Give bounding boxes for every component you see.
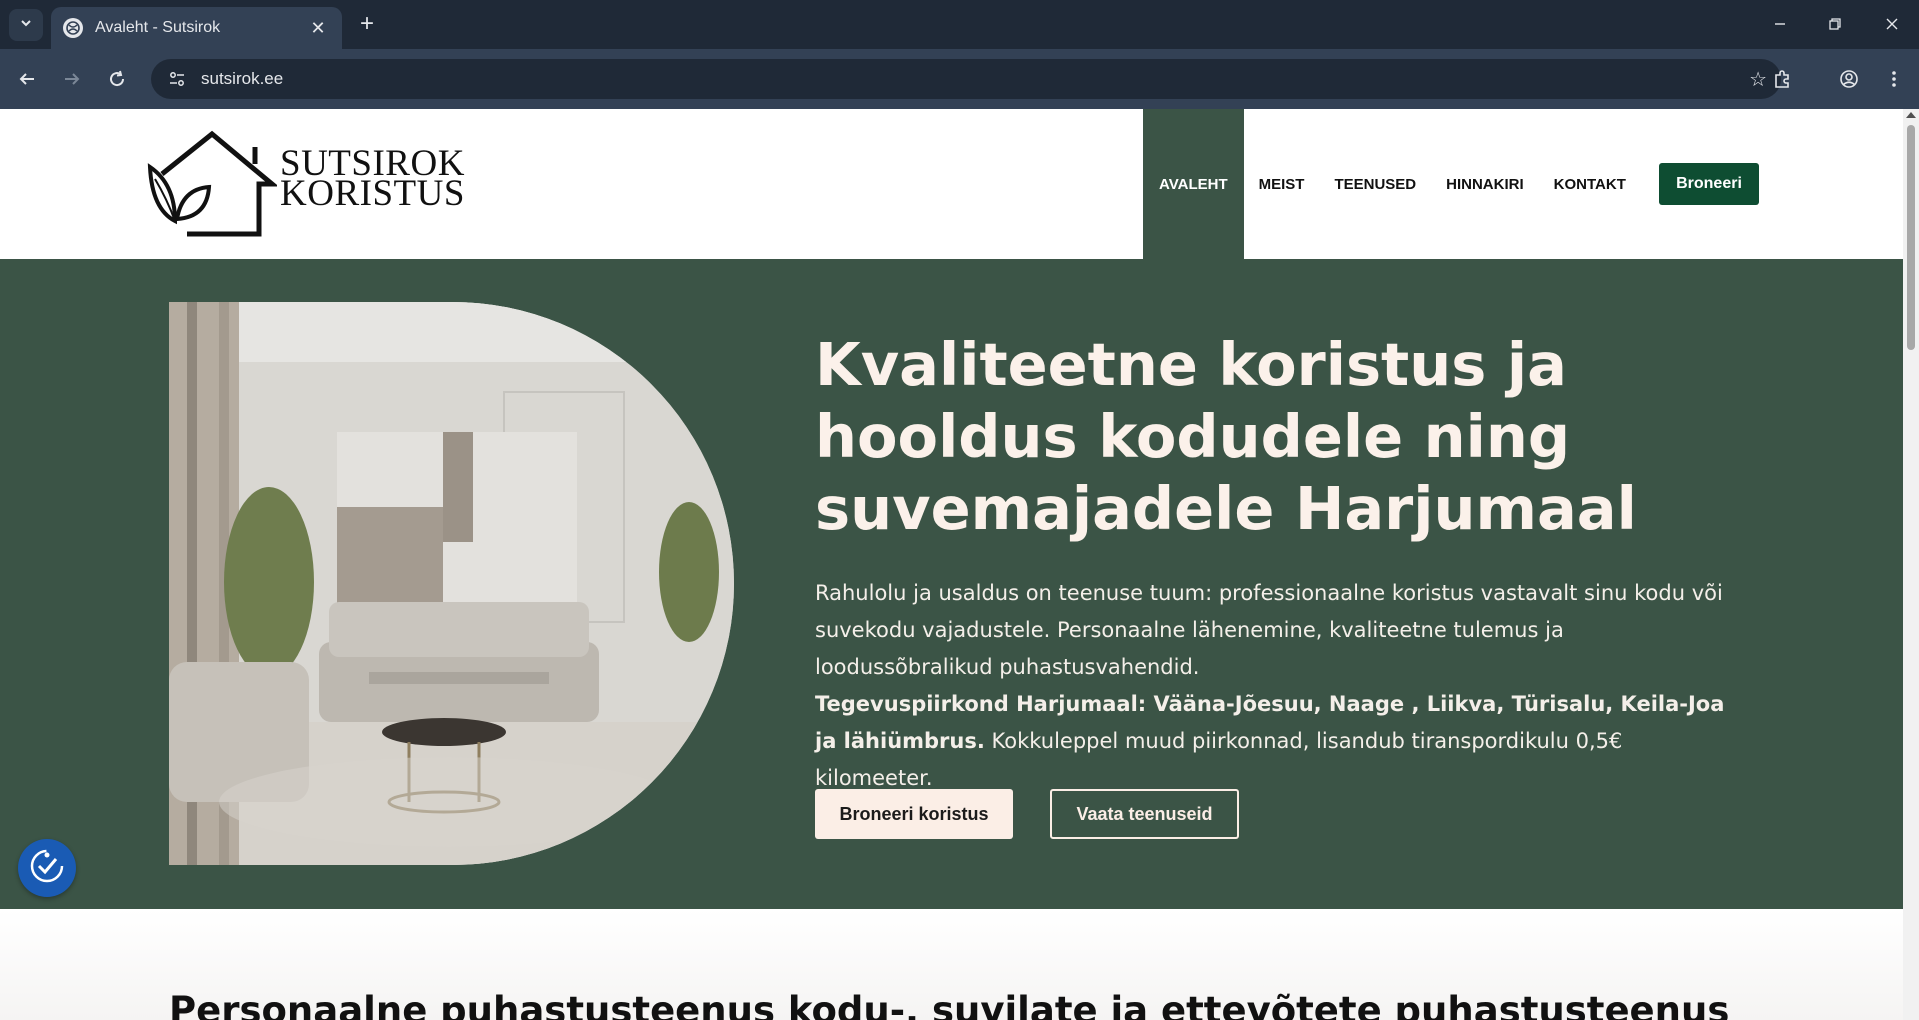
profile-icon[interactable] xyxy=(1832,62,1866,96)
reload-icon[interactable] xyxy=(100,62,134,96)
hero-description: Rahulolu ja usaldus on teenuse tuum: pro… xyxy=(815,575,1725,797)
main-navigation: AVALEHT MEIST TEENUSED HINNAKIRI KONTAKT xyxy=(1143,109,1641,259)
nav-item-teenused[interactable]: TEENUSED xyxy=(1319,109,1431,259)
browser-toolbar: sutsirok.ee ☆ xyxy=(0,49,1919,109)
book-cleaning-button[interactable]: Broneeri koristus xyxy=(815,789,1013,839)
nav-item-kontakt[interactable]: KONTAKT xyxy=(1539,109,1641,259)
restore-icon[interactable] xyxy=(1815,6,1855,42)
browser-tab-active[interactable]: Avaleht - Sutsirok ✕ xyxy=(51,7,342,49)
tab-title: Avaleht - Sutsirok xyxy=(95,19,221,36)
accessibility-widget-button[interactable] xyxy=(18,839,76,897)
hero-living-room-image xyxy=(169,302,734,865)
logo-line-2: KORISTUS xyxy=(280,173,465,214)
close-tab-icon[interactable]: ✕ xyxy=(306,18,330,39)
extensions-icon[interactable] xyxy=(1765,62,1799,96)
new-tab-button[interactable]: + xyxy=(353,10,381,38)
favicon-icon xyxy=(63,18,83,38)
tab-search-button[interactable] xyxy=(9,9,43,41)
web-page: SUTSIROK KORISTUS AVALEHT MEIST TEENUSED… xyxy=(0,109,1903,1020)
back-arrow-icon[interactable] xyxy=(10,62,44,96)
nav-item-meist[interactable]: MEIST xyxy=(1244,109,1320,259)
minimize-icon[interactable] xyxy=(1760,6,1800,42)
services-intro-title: Personaalne puhastusteenus kodu-, suvila… xyxy=(169,989,1730,1020)
header-book-button[interactable]: Broneeri xyxy=(1659,163,1759,205)
site-header: SUTSIROK KORISTUS AVALEHT MEIST TEENUSED… xyxy=(0,109,1903,259)
site-settings-icon[interactable] xyxy=(165,67,189,91)
close-window-icon[interactable] xyxy=(1872,6,1912,42)
accessibility-check-icon xyxy=(27,846,67,891)
hero-paragraph: Rahulolu ja usaldus on teenuse tuum: pro… xyxy=(815,581,1723,679)
page-scrollbar[interactable] xyxy=(1903,109,1919,1020)
view-services-button[interactable]: Vaata teenuseid xyxy=(1050,789,1239,839)
scrollbar-thumb[interactable] xyxy=(1907,125,1915,350)
browser-menu-icon[interactable] xyxy=(1877,62,1911,96)
url-text[interactable]: sutsirok.ee xyxy=(201,69,283,89)
hero-section: Kvaliteetne koristus ja hooldus kodudele… xyxy=(0,259,1903,909)
hero-service-area: Tegevuspiirkond Harjumaal: Vääna-Jõesuu,… xyxy=(815,686,1725,797)
scroll-up-arrow-icon[interactable] xyxy=(1906,112,1916,118)
services-intro-section: Personaalne puhastusteenus kodu-, suvila… xyxy=(0,909,1903,1020)
nav-item-avaleht[interactable]: AVALEHT xyxy=(1143,109,1244,259)
forward-arrow-icon[interactable] xyxy=(55,62,89,96)
hero-title: Kvaliteetne koristus ja hooldus kodudele… xyxy=(815,330,1637,543)
house-leaf-logo-icon xyxy=(147,130,279,237)
browser-tab-bar: Avaleht - Sutsirok ✕ + xyxy=(0,0,1919,49)
site-logo[interactable]: SUTSIROK KORISTUS xyxy=(147,129,467,239)
nav-item-hinnakiri[interactable]: HINNAKIRI xyxy=(1431,109,1539,259)
logo-wordmark: SUTSIROK KORISTUS xyxy=(280,145,465,214)
chevron-down-icon xyxy=(19,16,33,35)
address-bar[interactable]: sutsirok.ee ☆ xyxy=(151,59,1781,99)
